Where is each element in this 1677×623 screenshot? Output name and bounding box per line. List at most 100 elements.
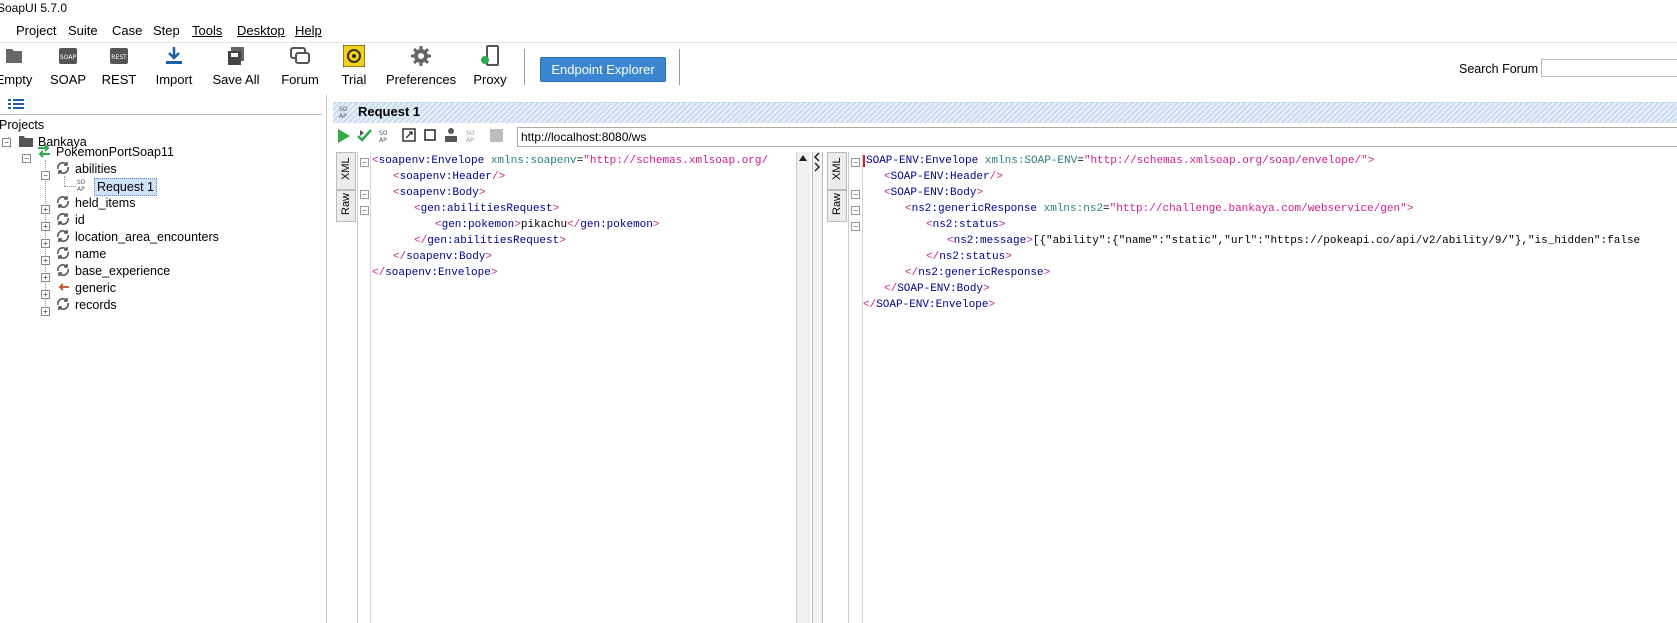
run-check-icon[interactable] [357, 128, 373, 144]
expand-toggle-icon[interactable]: + [41, 205, 50, 214]
expand-toggle-icon[interactable]: + [41, 256, 50, 265]
collapse-toggle-icon[interactable]: − [2, 138, 11, 147]
operation-icon [57, 230, 69, 242]
trial-icon [343, 45, 365, 67]
soap-endpoint-icon[interactable]: SOAP [379, 128, 393, 144]
response-xml-line-9: </SOAP-ENV:Body> [884, 283, 990, 295]
menu-help[interactable]: Help [295, 23, 322, 39]
endpoint-explorer-button[interactable]: Endpoint Explorer [540, 57, 666, 82]
fold-icon[interactable]: − [360, 190, 369, 199]
operation-icon [57, 298, 69, 310]
proxy-button[interactable]: Proxy [470, 45, 510, 91]
fold-icon[interactable]: − [851, 158, 860, 167]
resize-icon[interactable] [402, 128, 416, 142]
svg-text:SO: SO [77, 179, 86, 186]
window-title: SoapUI 5.7.0 [0, 1, 68, 15]
forum-button[interactable]: Forum [280, 45, 320, 91]
soap-wsa-icon[interactable]: SOAP [466, 128, 480, 144]
navigator-toggle-icon[interactable] [8, 98, 24, 110]
operation-icon [57, 162, 69, 174]
fold-icon[interactable]: − [360, 206, 369, 215]
menu-desktop[interactable]: Desktop [237, 23, 285, 39]
response-xml-line-4: <ns2:genericResponse xmlns:ns2="http://c… [905, 203, 1414, 215]
collapse-toggle-icon[interactable]: − [22, 154, 31, 163]
svg-text:SO: SO [466, 130, 475, 137]
collapse-toggle-icon[interactable]: − [41, 171, 50, 180]
tree-operation-records[interactable]: records [75, 297, 117, 313]
tree-interface[interactable]: PokemonPortSoap11 [56, 144, 174, 160]
main-toolbar: Empty SOAP SOAP REST REST Import Save Al… [0, 43, 1677, 91]
expand-toggle-icon[interactable]: + [41, 307, 50, 316]
menu-case[interactable]: Case [112, 23, 142, 39]
svg-text:SOAP: SOAP [60, 54, 77, 61]
tab-raw-response[interactable]: Raw [827, 190, 847, 222]
svg-text:AP: AP [379, 137, 387, 144]
endpoint-url-field[interactable]: http://localhost:8080/ws [517, 127, 1677, 147]
navigator-divider [0, 114, 322, 115]
expand-toggle-icon[interactable]: + [41, 239, 50, 248]
operation-icon [57, 247, 69, 259]
menu-project[interactable]: Project [16, 23, 56, 39]
run-icon[interactable] [337, 128, 351, 144]
menu-bar: Project Suite Case Step Tools Desktop He… [0, 20, 1677, 43]
fold-icon[interactable]: − [851, 206, 860, 215]
tree-operation-name[interactable]: name [75, 246, 106, 262]
forum-icon [290, 47, 310, 64]
tree-operation-location-area-encounters[interactable]: location_area_encounters [75, 229, 219, 245]
preferences-button[interactable]: Preferences [386, 45, 456, 91]
trial-button[interactable]: Trial [336, 45, 372, 91]
search-forum-input[interactable] [1541, 59, 1677, 77]
response-xml-line-10: </SOAP-ENV:Envelope> [863, 299, 996, 311]
soap-button[interactable]: SOAP SOAP [48, 45, 88, 91]
rest-button[interactable]: REST REST [99, 45, 139, 91]
request-xml-line-4: <gen:abilitiesRequest> [414, 203, 560, 215]
fold-icon[interactable]: − [360, 158, 369, 167]
tab-raw-request[interactable]: Raw [336, 190, 356, 222]
tree-operation-generic[interactable]: generic [75, 280, 116, 296]
request-scrollbar[interactable] [796, 152, 810, 623]
import-button[interactable]: Import [153, 45, 195, 91]
svg-text:AP: AP [466, 137, 474, 144]
soap-request-icon: SOAP [77, 179, 86, 192]
save-all-icon [228, 47, 244, 65]
menu-suite[interactable]: Suite [68, 23, 98, 39]
menu-step[interactable]: Step [153, 23, 180, 39]
empty-project-icon [6, 49, 22, 63]
svg-text:SO: SO [379, 130, 388, 137]
stop-icon[interactable] [424, 129, 436, 141]
rest-icon: REST [110, 48, 128, 64]
soap-icon: SOAP [59, 48, 77, 64]
expand-toggle-icon[interactable]: + [41, 290, 50, 299]
response-xml-line-5: <ns2:status> [926, 219, 1006, 231]
response-xml-line-8: </ns2:genericResponse> [905, 267, 1051, 279]
expand-toggle-icon[interactable]: + [41, 273, 50, 282]
save-all-button[interactable]: Save All [211, 45, 261, 91]
split-arrows-icon[interactable] [813, 152, 821, 172]
request-xml-line-6: </gen:abilitiesRequest> [414, 235, 566, 247]
empty-button[interactable]: Empty [0, 45, 34, 91]
tree-root-projects[interactable]: Projects [0, 117, 44, 133]
split-divider[interactable] [812, 152, 823, 623]
response-xml-line-1: SOAP-ENV:Envelope xmlns:SOAP-ENV="http:/… [866, 155, 1375, 167]
tree-operation-base-experience[interactable]: base_experience [75, 263, 170, 279]
tree-request-1[interactable]: Request 1 [94, 178, 157, 196]
user-auth-icon[interactable] [444, 127, 458, 143]
import-icon [166, 47, 182, 64]
tree-operation-id[interactable]: id [75, 212, 85, 228]
operation-icon [57, 196, 69, 208]
expand-toggle-icon[interactable]: + [41, 222, 50, 231]
scroll-up-icon[interactable] [799, 155, 807, 161]
fold-icon[interactable]: − [851, 190, 860, 199]
tree-operation-held-items[interactable]: held_items [75, 195, 135, 211]
request-xml-line-1: <soapenv:Envelope xmlns:soapenv="http://… [372, 155, 769, 167]
tree-operation-abilities[interactable]: abilities [75, 161, 117, 177]
fold-icon[interactable]: − [851, 222, 860, 231]
request-xml-line-3: <soapenv:Body> [393, 187, 486, 199]
menu-tools[interactable]: Tools [192, 23, 222, 39]
search-forum-label: Search Forum [1459, 62, 1539, 76]
disabled-square-icon [490, 129, 503, 142]
tab-xml-request[interactable]: XML [336, 152, 356, 190]
proxy-icon [481, 45, 499, 66]
tab-xml-response[interactable]: XML [827, 152, 847, 190]
soap-request-icon: SOAP [339, 106, 348, 120]
